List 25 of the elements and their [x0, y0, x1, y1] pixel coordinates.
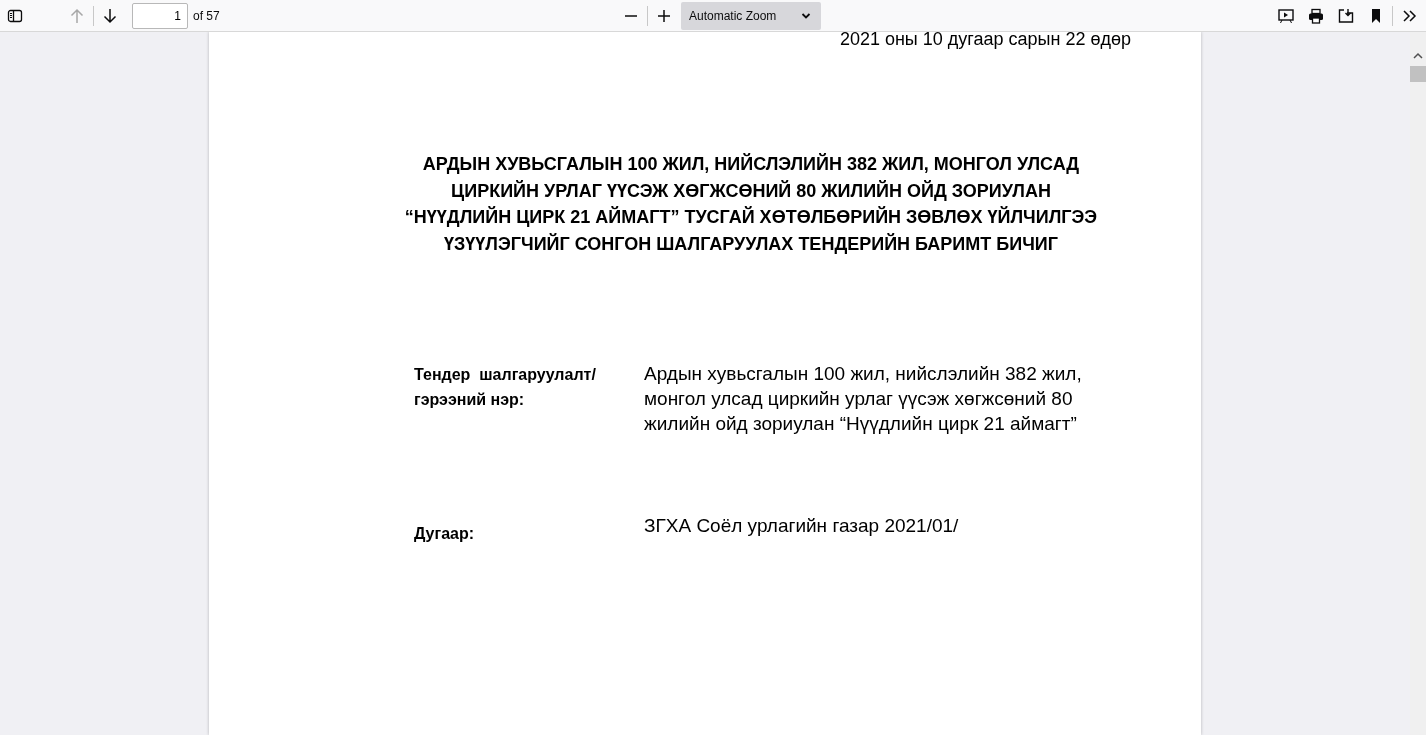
up-arrow-icon [69, 7, 85, 24]
document-date: 2021 оны 10 дугаар сарын 22 өдөр [838, 32, 1131, 49]
sidebar-icon [7, 7, 23, 24]
caret-icon [801, 12, 811, 20]
title-line: АРДЫН ХУВЬСГАЛЫН 100 ЖИЛ, НИЙСЛЭЛИЙН 382 ЖИЛ, МОНГОЛ УЛСАД [422, 152, 1080, 176]
page-count: of 57 [193, 8, 220, 23]
field-value: ЗГХА Соёл урлагийн газар 2021/01/ [644, 514, 959, 538]
printer-icon [1308, 7, 1324, 24]
scroll-thumb[interactable] [1410, 66, 1426, 82]
title-line: ЦИРКИЙН УРЛАГ ҮҮСЭЖ ХӨГЖСӨНИЙ 80 ЖИЛИЙН ОЙД ЗОРИУЛАН [451, 179, 1051, 203]
plus-icon [656, 8, 672, 24]
field-label: Тендер шалгаруулалт/ гэрээний нэр: [414, 365, 597, 410]
zoom-select[interactable]: Automatic Zoom [681, 2, 821, 30]
title-line: “НҮҮДЛИЙН ЦИРК 21 АЙМАГТ” ТУСГАЙ ХӨТӨЛБӨРИЙН ЗӨВЛӨХ ҮЙЛЧИЛГЭЭ [404, 205, 1098, 229]
page-number-field[interactable]: 1 [132, 2, 188, 29]
title-line: ҮЗҮҮЛЭГЧИЙГ СОНГОН ШАЛГАРУУЛАХ ТЕНДЕРИЙН БАРИМТ БИЧИГ [444, 232, 1058, 256]
down-arrow-icon [102, 7, 118, 24]
field-label: Дугаар: [414, 524, 476, 544]
field-value: Ардын хувьсгалын 100 жил, нийслэлийн 382 жил, монгол улсад циркийн урлаг үүсэж хөгжсөний 80 жилийн ойд зориулан “Нүүдлийн цирк 21 аймагт” [644, 362, 1082, 436]
minus-icon [625, 15, 637, 17]
double-chevron-icon [1401, 7, 1417, 24]
download-icon [1338, 7, 1354, 24]
scrollbar[interactable] [1410, 32, 1426, 735]
presentation-icon [1278, 7, 1294, 24]
scroll-up-icon[interactable] [1413, 52, 1423, 60]
